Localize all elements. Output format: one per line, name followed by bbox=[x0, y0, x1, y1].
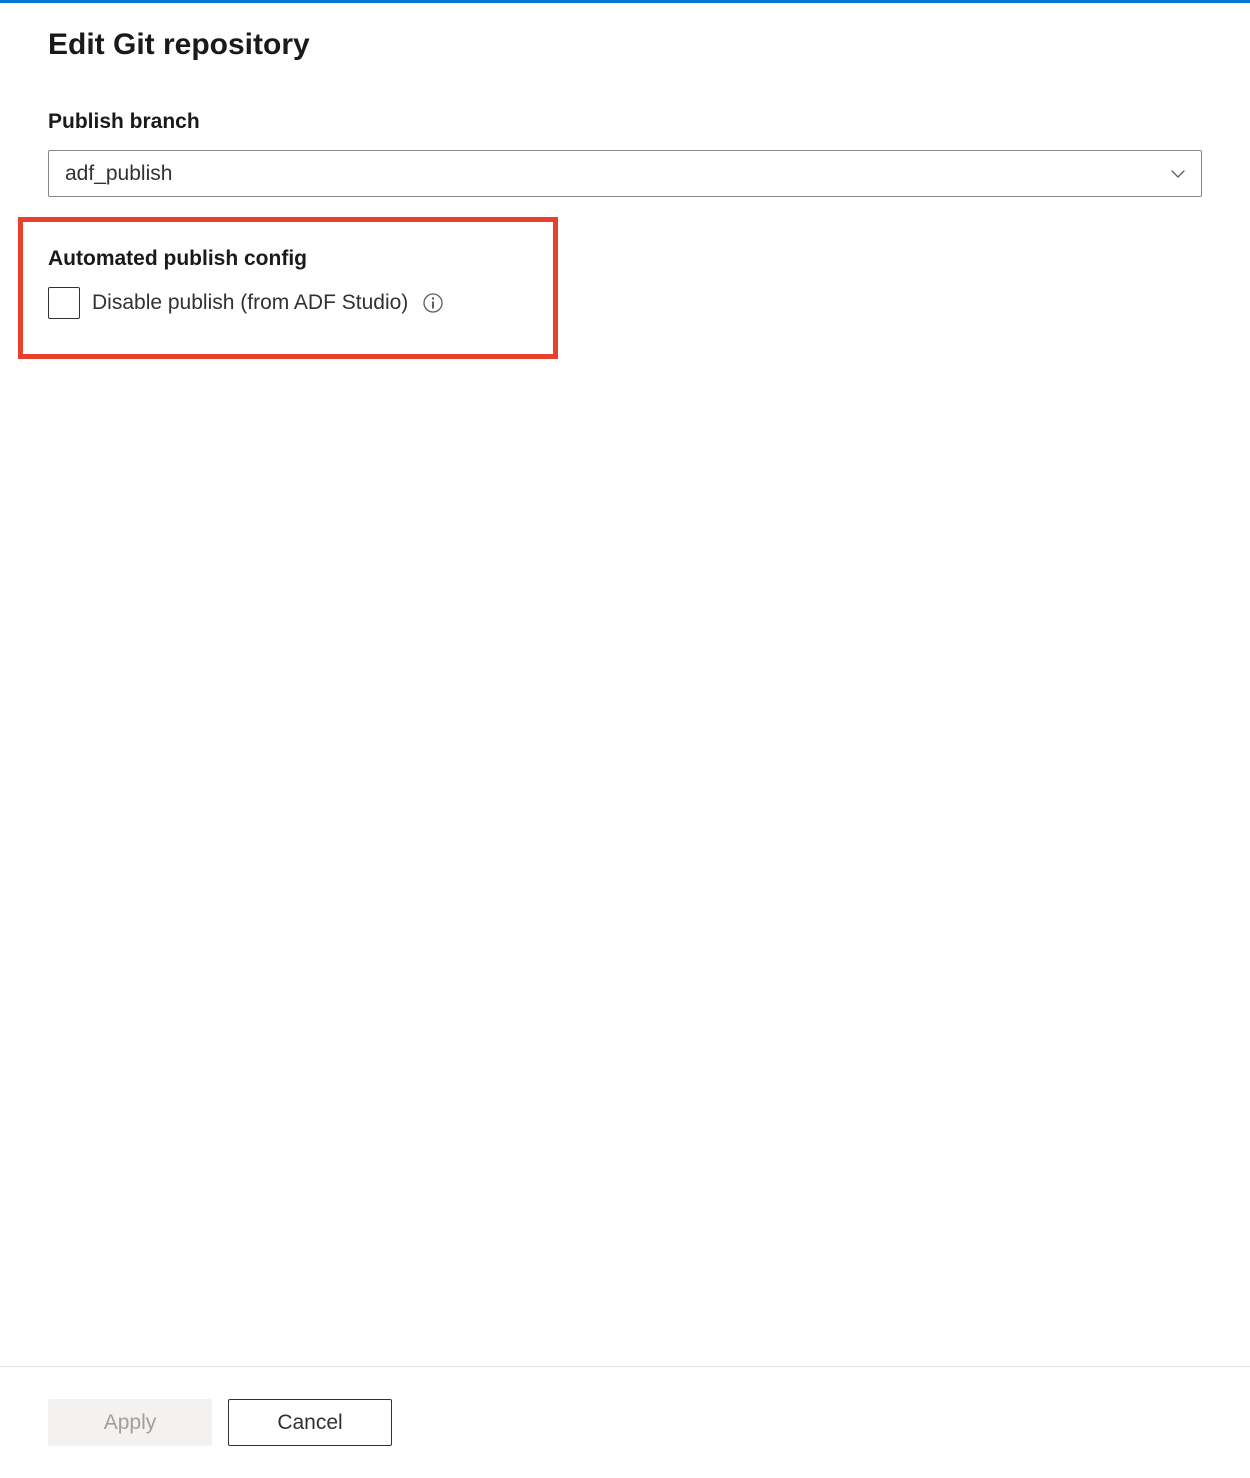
publish-branch-dropdown[interactable]: adf_publish bbox=[48, 150, 1202, 197]
disable-publish-checkbox[interactable] bbox=[48, 287, 80, 319]
automated-publish-label: Automated publish config bbox=[48, 247, 1202, 271]
info-icon[interactable] bbox=[423, 293, 443, 313]
footer: Apply Cancel bbox=[0, 1366, 1250, 1478]
chevron-down-icon bbox=[1171, 167, 1185, 181]
apply-button[interactable]: Apply bbox=[48, 1399, 212, 1446]
cancel-button[interactable]: Cancel bbox=[228, 1399, 392, 1446]
publish-branch-label: Publish branch bbox=[48, 110, 1202, 134]
publish-branch-value: adf_publish bbox=[65, 162, 172, 186]
page-title: Edit Git repository bbox=[48, 28, 1202, 62]
disable-publish-label: Disable publish (from ADF Studio) bbox=[92, 291, 408, 315]
